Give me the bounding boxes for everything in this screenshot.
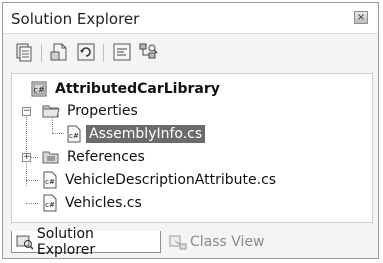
toolbar-separator — [103, 44, 104, 62]
view-code-button[interactable] — [111, 41, 133, 63]
solution-tree: c# AttributedCarLibrary − Properties c# … — [11, 73, 373, 223]
tab-strip: Solution Explorer Class View — [11, 226, 373, 258]
svg-text:c#: c# — [45, 178, 55, 186]
tree-line — [26, 180, 38, 181]
svg-text:c#: c# — [69, 132, 79, 140]
view-code-icon — [113, 43, 131, 61]
class-view-icon — [169, 235, 187, 250]
tree-node-references[interactable]: References — [42, 146, 148, 168]
references-folder-icon — [42, 151, 59, 164]
tree-node-assemblyinfo[interactable]: c# AssemblyInfo.cs — [66, 123, 206, 145]
tab-label: Solution Explorer — [36, 225, 96, 258]
csharp-file-icon: c# — [67, 125, 81, 143]
tree-node-properties[interactable]: Properties — [42, 100, 141, 122]
class-diagram-icon — [139, 43, 158, 59]
solution-explorer-window: Solution Explorer × c# AttributedCarLibr… — [2, 2, 379, 259]
toolbar — [13, 41, 313, 65]
refresh-button[interactable] — [75, 41, 97, 63]
tab-label: Class View — [190, 234, 265, 250]
window-title: Solution Explorer — [11, 10, 140, 28]
file-label: VehicleDescriptionAttribute.cs — [65, 172, 277, 188]
tree-line — [26, 203, 38, 204]
class-diagram-button[interactable] — [137, 41, 159, 63]
svg-text:c#: c# — [45, 201, 55, 209]
properties-label: Properties — [67, 103, 138, 119]
assemblyinfo-label: AssemblyInfo.cs — [86, 125, 206, 143]
tree-node-project[interactable]: c# AttributedCarLibrary — [30, 78, 223, 100]
folder-icon — [42, 105, 60, 118]
properties-icon — [16, 43, 32, 62]
refresh-icon — [77, 43, 95, 61]
close-button[interactable]: × — [354, 11, 368, 24]
file-label: Vehicles.cs — [65, 195, 142, 211]
tree-node-file[interactable]: c# Vehicles.cs — [42, 192, 145, 214]
tree-line — [52, 133, 64, 134]
show-all-files-icon — [50, 43, 67, 61]
tree-node-file[interactable]: c# VehicleDescriptionAttribute.cs — [42, 169, 279, 191]
solution-explorer-icon — [16, 235, 34, 249]
properties-button[interactable] — [13, 41, 35, 63]
csharp-project-icon: c# — [31, 81, 47, 97]
title-bar: Solution Explorer × — [3, 3, 378, 34]
tree-line — [26, 114, 27, 186]
tab-class-view[interactable]: Class View — [165, 231, 275, 253]
csharp-file-icon: c# — [43, 194, 57, 212]
references-label: References — [67, 149, 145, 165]
tab-solution-explorer[interactable]: Solution Explorer — [11, 226, 161, 258]
collapse-toggle[interactable]: − — [22, 107, 31, 116]
csharp-file-icon: c# — [43, 171, 57, 189]
expand-toggle[interactable]: + — [22, 153, 31, 162]
project-label: AttributedCarLibrary — [55, 81, 220, 97]
toolbar-separator — [41, 44, 42, 62]
svg-text:c#: c# — [33, 86, 44, 95]
show-all-files-button[interactable] — [49, 41, 71, 63]
